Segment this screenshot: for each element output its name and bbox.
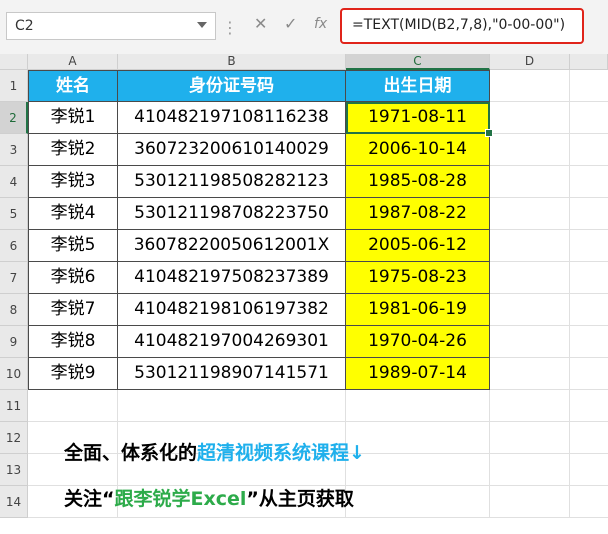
cell-birth[interactable]: 2005-06-12 — [346, 230, 490, 262]
formula-text: =TEXT(MID(B2,7,8),"0-00-00") — [352, 17, 566, 33]
select-all-corner[interactable] — [0, 54, 28, 70]
cell-birth[interactable]: 1981-06-19 — [346, 294, 490, 326]
row-header-8[interactable]: 8 — [0, 294, 28, 326]
header-cell-birth[interactable]: 出生日期 — [346, 70, 490, 102]
column-header-c[interactable]: C — [346, 54, 490, 70]
cell-birth[interactable]: 2006-10-14 — [346, 134, 490, 166]
cell-name[interactable]: 李锐4 — [28, 198, 118, 230]
formula-input[interactable]: =TEXT(MID(B2,7,8),"0-00-00") — [340, 8, 584, 44]
row-header-14[interactable]: 14 — [0, 486, 28, 518]
column-header-b[interactable]: B — [118, 54, 346, 70]
gridline — [569, 70, 570, 518]
cell-id[interactable]: 36078220050612001X — [118, 230, 346, 262]
active-cell[interactable]: 1971-08-11 — [346, 102, 490, 134]
row-header-4[interactable]: 4 — [0, 166, 28, 198]
cell-id[interactable]: 410482198106197382 — [118, 294, 346, 326]
cell-name[interactable]: 李锐7 — [28, 294, 118, 326]
row-header-3[interactable]: 3 — [0, 134, 28, 166]
cell-id[interactable]: 360723200610140029 — [118, 134, 346, 166]
cell-id[interactable]: 530121198907141571 — [118, 358, 346, 390]
promo-line-2-highlight: 跟李锐学Excel — [114, 488, 247, 510]
row-header-5[interactable]: 5 — [0, 198, 28, 230]
cell-birth[interactable]: 1987-08-22 — [346, 198, 490, 230]
row-header-6[interactable]: 6 — [0, 230, 28, 262]
row-header-2[interactable]: 2 — [0, 102, 28, 134]
promo-line-1-prefix: 全面、体系化的 — [64, 442, 198, 464]
row-header-9[interactable]: 9 — [0, 326, 28, 358]
cell-birth[interactable]: 1989-07-14 — [346, 358, 490, 390]
cell-birth[interactable]: 1970-04-26 — [346, 326, 490, 358]
cell-name[interactable]: 李锐3 — [28, 166, 118, 198]
row-header-11[interactable]: 11 — [0, 390, 28, 422]
cell-name[interactable]: 李锐5 — [28, 230, 118, 262]
separator-icon: ⋮ — [222, 18, 238, 37]
cell-id[interactable]: 530121198708223750 — [118, 198, 346, 230]
gridline — [28, 421, 608, 422]
row-header-7[interactable]: 7 — [0, 262, 28, 294]
cell-name[interactable]: 李锐2 — [28, 134, 118, 166]
cell-name[interactable]: 李锐9 — [28, 358, 118, 390]
promo-line-2-prefix: 关注“ — [64, 488, 115, 510]
cell-birth[interactable]: 1985-08-28 — [346, 166, 490, 198]
promo-line-2: 关注“跟李锐学Excel”从主页获取 — [64, 484, 354, 511]
promo-line-1: 全面、体系化的超清视频系统课程↓ — [64, 438, 365, 465]
cell-name[interactable]: 李锐1 — [28, 102, 118, 134]
header-cell-name[interactable]: 姓名 — [28, 70, 118, 102]
row-header-13[interactable]: 13 — [0, 454, 28, 486]
fx-icon[interactable]: fx — [314, 16, 327, 32]
row-header-1[interactable]: 1 — [0, 70, 28, 102]
enter-icon[interactable]: ✓ — [284, 14, 297, 33]
row-header-10[interactable]: 10 — [0, 358, 28, 390]
fill-handle[interactable] — [485, 129, 493, 137]
name-box-value: C2 — [15, 18, 34, 34]
cell-birth[interactable]: 1975-08-23 — [346, 262, 490, 294]
column-header-empty[interactable] — [570, 54, 608, 70]
promo-line-1-highlight: 超清视频系统课程↓ — [197, 442, 365, 464]
name-box[interactable]: C2 — [6, 12, 216, 40]
cell-id[interactable]: 410482197508237389 — [118, 262, 346, 294]
cancel-icon[interactable]: ✕ — [254, 14, 267, 33]
cell-id[interactable]: 410482197108116238 — [118, 102, 346, 134]
promo-line-2-suffix: ”从主页获取 — [246, 488, 354, 510]
cell-id[interactable]: 530121198508282123 — [118, 166, 346, 198]
gridline — [28, 517, 608, 518]
formula-bar: C2 ⋮ ✕ ✓ fx =TEXT(MID(B2,7,8),"0-00-00") — [0, 0, 608, 55]
header-cell-id[interactable]: 身份证号码 — [118, 70, 346, 102]
row-header-12[interactable]: 12 — [0, 422, 28, 454]
cell-name[interactable]: 李锐6 — [28, 262, 118, 294]
cell-name[interactable]: 李锐8 — [28, 326, 118, 358]
column-header-a[interactable]: A — [28, 54, 118, 70]
chevron-down-icon[interactable] — [197, 22, 207, 28]
column-header-d[interactable]: D — [490, 54, 570, 70]
cell-id[interactable]: 410482197004269301 — [118, 326, 346, 358]
